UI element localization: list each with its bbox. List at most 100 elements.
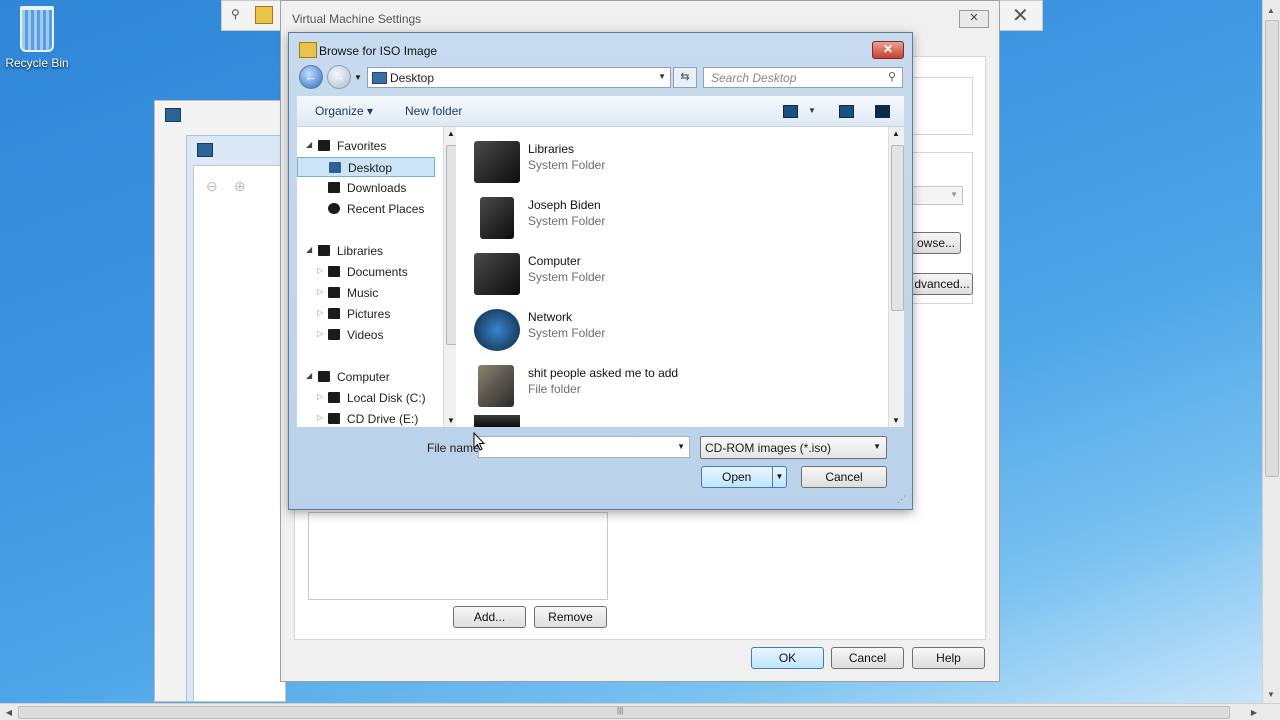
desktop-icon: [329, 162, 341, 173]
forward-button[interactable]: →: [327, 65, 351, 89]
chevron-down-icon[interactable]: ▼: [658, 72, 666, 81]
nav-label: Libraries: [337, 244, 384, 258]
scroll-left-icon[interactable]: ◀: [1, 704, 17, 720]
screen-horizontal-scrollbar[interactable]: ◀ ||| ▶: [0, 703, 1280, 720]
nav-downloads[interactable]: Downloads: [297, 178, 435, 198]
chevron-down-icon: ▼: [873, 442, 881, 451]
resize-grip-icon[interactable]: ⋰: [897, 494, 906, 505]
new-folder-button[interactable]: New folder: [405, 104, 462, 118]
list-item[interactable]: Computer System Folder: [474, 247, 854, 299]
back-button[interactable]: ←: [299, 65, 323, 89]
recent-pages-chevron-down-icon[interactable]: ▼: [354, 73, 362, 82]
file-scroll-thumb[interactable]: [891, 145, 904, 311]
scroll-down-icon[interactable]: ▼: [447, 416, 455, 425]
expand-icon[interactable]: ▷: [317, 266, 323, 275]
nav-cd-drive[interactable]: ▷ CD Drive (E:): [297, 409, 435, 429]
scroll-up-icon[interactable]: ▲: [1263, 2, 1279, 18]
back-arrow-icon: ⊖: [206, 178, 218, 194]
vm-close-button[interactable]: ✕: [959, 10, 989, 28]
expand-icon[interactable]: ▷: [317, 308, 323, 317]
scroll-down-icon[interactable]: ▼: [1263, 686, 1279, 702]
open-label: Open: [722, 470, 752, 484]
forward-arrow-icon: ⊕: [234, 178, 246, 194]
pictures-icon: [328, 308, 340, 319]
file-name: Joseph Biden: [528, 198, 601, 212]
cancel-button[interactable]: Cancel: [831, 647, 904, 669]
view-chevron-down-icon[interactable]: ▼: [808, 106, 816, 115]
recycle-bin-desktop-icon[interactable]: Recycle Bin: [4, 6, 70, 70]
path-dropdown[interactable]: ▼: [911, 186, 963, 205]
scroll-up-icon[interactable]: ▲: [892, 129, 900, 138]
file-type-select[interactable]: CD-ROM images (*.iso) ▼: [700, 436, 887, 459]
list-item[interactable]: Network System Folder: [474, 303, 854, 355]
help-button[interactable]: Help: [912, 647, 985, 669]
expand-icon[interactable]: ▷: [317, 287, 323, 296]
browse-button[interactable]: owse...: [911, 232, 961, 254]
horizontal-scroll-thumb[interactable]: |||: [18, 706, 1230, 719]
star-icon: [318, 140, 330, 151]
file-name: Libraries: [528, 142, 575, 156]
scroll-right-icon[interactable]: ▶: [1246, 704, 1262, 720]
music-icon: [328, 287, 340, 298]
dialog-close-button[interactable]: ✕: [872, 41, 904, 59]
nav-label: Local Disk (C:): [347, 391, 426, 405]
pin-icon: ⚲: [231, 7, 240, 21]
refresh-button[interactable]: ⇆: [673, 67, 697, 88]
file-name: Computer: [528, 254, 581, 268]
nav-desktop[interactable]: Desktop: [297, 157, 435, 177]
open-button[interactable]: Open ▼: [701, 466, 787, 488]
file-name-input[interactable]: ▼: [478, 436, 690, 458]
nav-local-disk[interactable]: ▷ Local Disk (C:): [297, 388, 435, 408]
background-window-content: ⊖ ⊕: [193, 165, 286, 702]
expand-icon[interactable]: ▷: [317, 413, 323, 422]
preview-pane-icon[interactable]: [839, 105, 854, 118]
expand-icon[interactable]: ▷: [317, 392, 323, 401]
partial-item-icon: [474, 415, 520, 427]
file-type: System Folder: [528, 326, 606, 340]
cd-drive-icon: [328, 413, 340, 424]
videos-icon: [328, 329, 340, 340]
open-dropdown-chevron-down-icon[interactable]: ▼: [772, 467, 786, 487]
mouse-cursor-icon: [473, 432, 485, 451]
nav-pictures[interactable]: ▷ Pictures: [297, 304, 435, 324]
expand-icon[interactable]: ◢: [306, 245, 312, 254]
nav-favorites[interactable]: ◢ Favorites: [297, 136, 435, 156]
nav-recent-places[interactable]: Recent Places: [297, 199, 435, 219]
file-type: System Folder: [528, 158, 606, 172]
libraries-folder-icon: [474, 141, 520, 183]
recent-places-icon: [328, 203, 340, 214]
scroll-grip: |||: [617, 706, 624, 715]
vertical-scroll-thumb[interactable]: [1265, 20, 1279, 477]
help-icon[interactable]: [875, 105, 890, 118]
dialog-cancel-button[interactable]: Cancel: [801, 466, 887, 488]
close-icon[interactable]: ✕: [1012, 3, 1029, 28]
chevron-down-icon[interactable]: ▼: [677, 442, 685, 451]
screen-vertical-scrollbar[interactable]: ▲ ▼: [1262, 0, 1280, 704]
remove-button[interactable]: Remove: [534, 606, 607, 628]
nav-libraries[interactable]: ◢ Libraries: [297, 241, 435, 261]
nav-music[interactable]: ▷ Music: [297, 283, 435, 303]
navigation-pane: ◢ Favorites Desktop Downloads Recent Pla…: [297, 127, 458, 429]
expand-icon[interactable]: ◢: [306, 371, 312, 380]
list-item[interactable]: Joseph Biden System Folder: [474, 191, 854, 243]
ok-button[interactable]: OK: [751, 647, 824, 669]
advanced-button[interactable]: dvanced...: [911, 273, 973, 295]
nav-videos[interactable]: ▷ Videos: [297, 325, 435, 345]
nav-computer[interactable]: ◢ Computer: [297, 367, 435, 387]
libraries-icon: [318, 245, 330, 256]
list-item[interactable]: shit people asked me to add File folder: [474, 359, 854, 411]
address-bar[interactable]: Desktop ▼: [367, 67, 671, 88]
list-item[interactable]: Libraries System Folder: [474, 135, 854, 187]
organize-button[interactable]: Organize ▾: [315, 104, 373, 118]
expand-icon[interactable]: ◢: [306, 140, 312, 149]
view-icon[interactable]: [783, 105, 798, 118]
scroll-up-icon[interactable]: ▲: [447, 129, 455, 138]
file-list-scrollbar[interactable]: ▲ ▼: [888, 127, 904, 427]
expand-icon[interactable]: ▷: [317, 329, 323, 338]
search-input[interactable]: Search Desktop ⚲: [703, 67, 903, 88]
add-button[interactable]: Add...: [453, 606, 526, 628]
nav-documents[interactable]: ▷ Documents: [297, 262, 435, 282]
info-box: [911, 77, 973, 135]
nav-label: Downloads: [347, 181, 407, 195]
scroll-down-icon[interactable]: ▼: [892, 416, 900, 425]
